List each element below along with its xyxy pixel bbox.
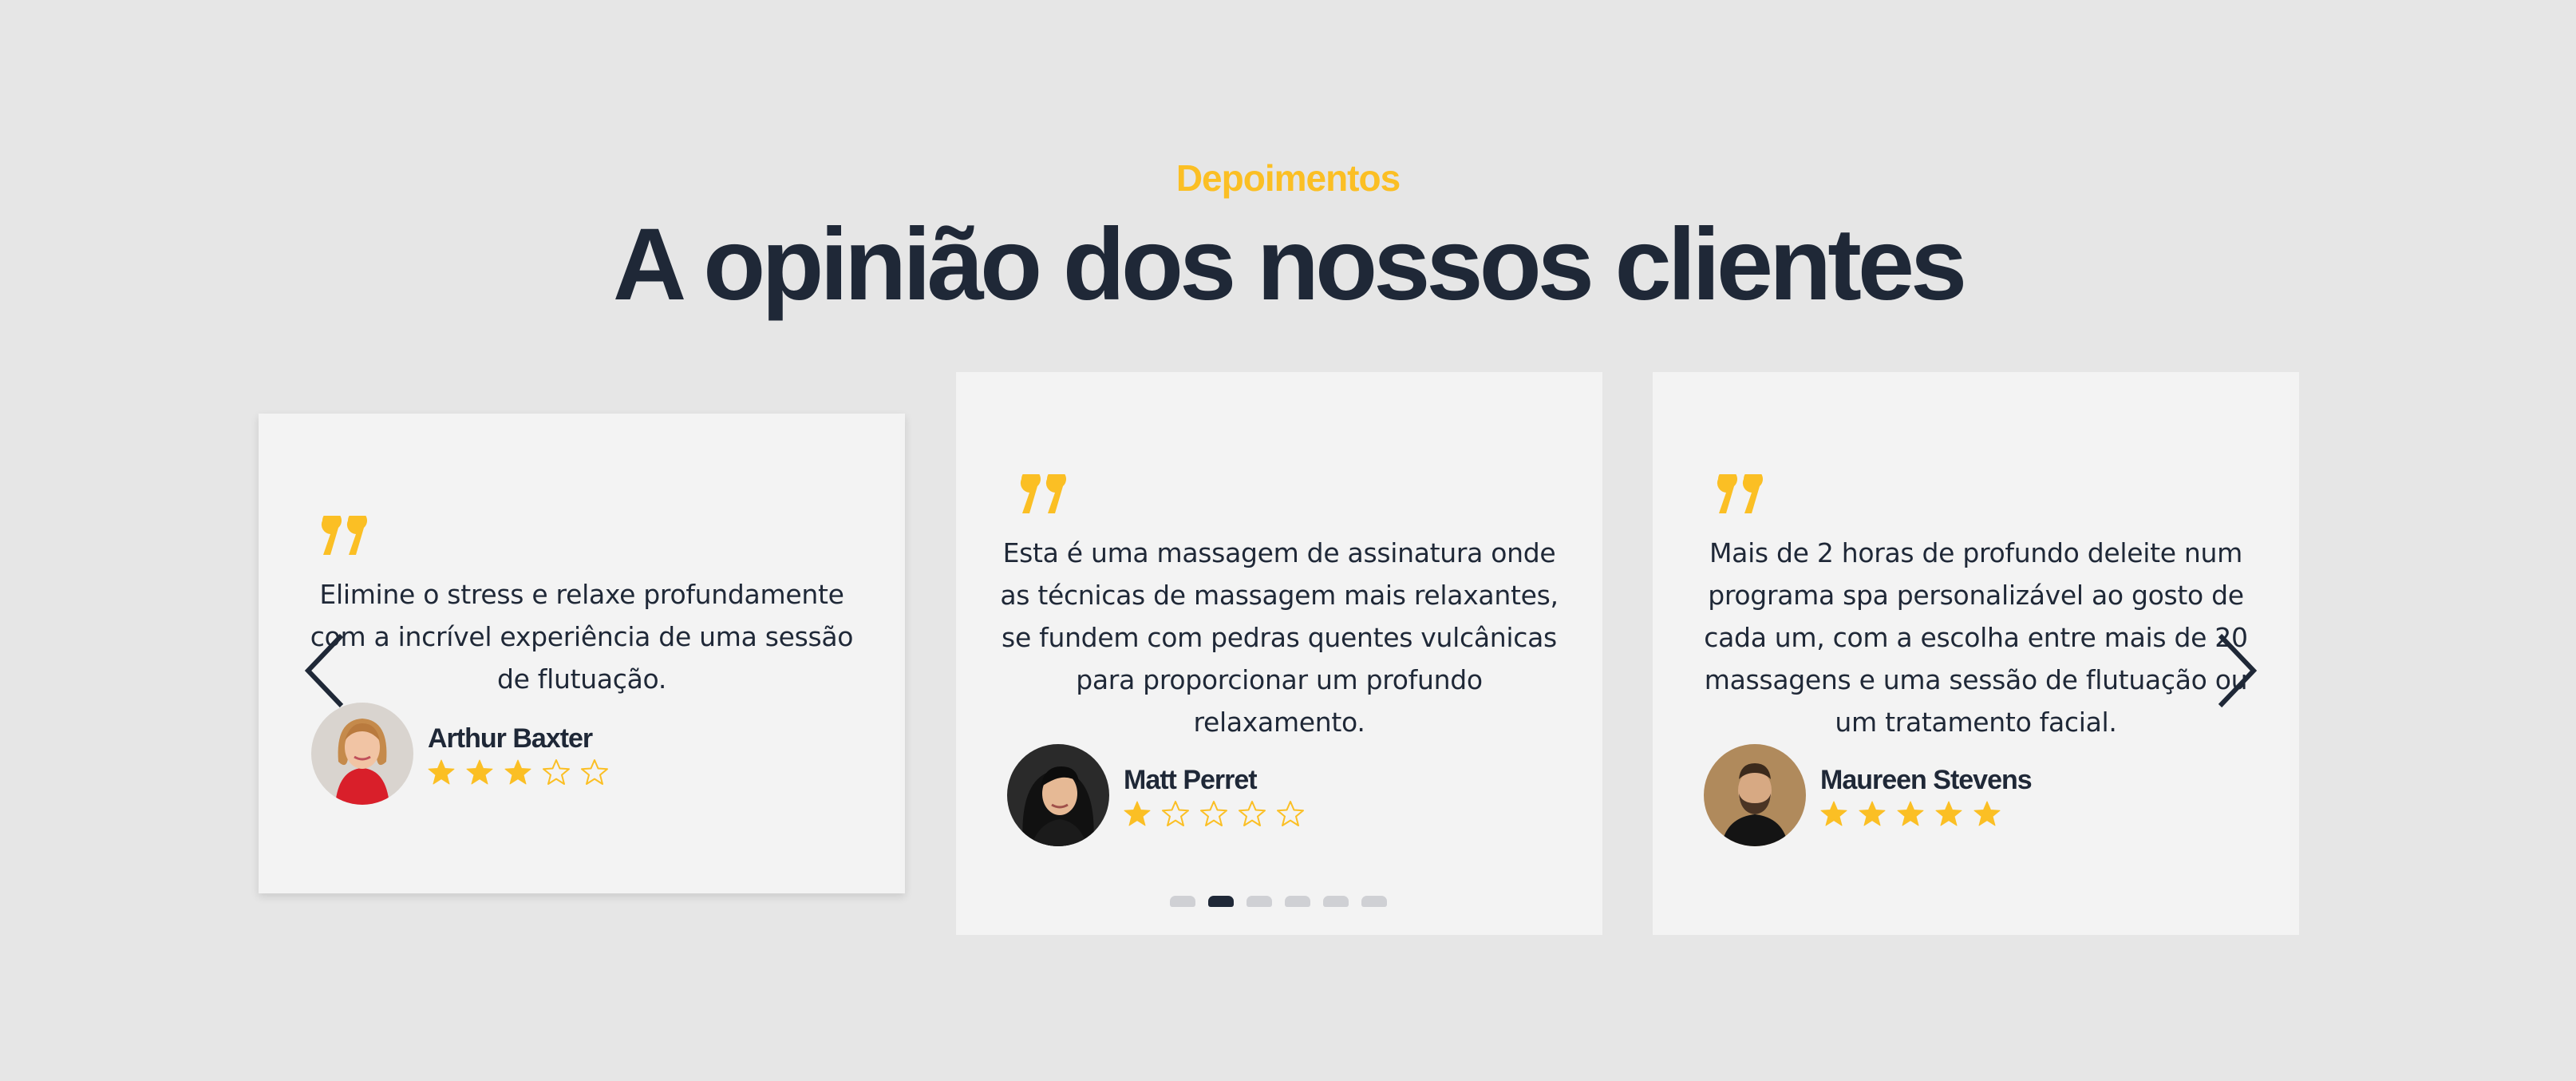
quote-icon xyxy=(1717,474,1763,513)
star-outline-icon xyxy=(581,759,608,785)
testimonial-card: Elimine o stress e relaxe profundamente … xyxy=(259,414,905,893)
carousel-dot[interactable] xyxy=(1361,896,1387,907)
man-beard-avatar xyxy=(1704,744,1806,846)
star-filled-icon xyxy=(1935,801,1962,826)
testimonials-section: Depoimentos A opinião dos nossos cliente… xyxy=(0,0,2576,1081)
woman-red-shirt-avatar xyxy=(311,703,413,805)
star-rating xyxy=(1820,800,2032,827)
star-filled-icon xyxy=(466,759,493,785)
star-outline-icon xyxy=(1200,801,1227,826)
carousel-dot[interactable] xyxy=(1323,896,1349,907)
testimonial-text: Mais de 2 horas de profundo deleite num … xyxy=(1704,537,2248,738)
star-filled-icon xyxy=(428,759,455,785)
testimonial-card: Mais de 2 horas de profundo deleite num … xyxy=(1653,372,2299,935)
star-filled-icon xyxy=(1897,801,1924,826)
section-title: A opinião dos nossos clientes xyxy=(612,208,1967,322)
quote-icon xyxy=(1020,474,1066,513)
star-outline-icon xyxy=(1239,801,1266,826)
author-name: Matt Perret xyxy=(1124,765,1258,795)
testimonial-author: Maureen Stevens xyxy=(1704,744,2033,846)
carousel-dot[interactable] xyxy=(1208,896,1234,907)
star-outline-icon xyxy=(1162,801,1189,826)
testimonial-text: Esta é uma massagem de assinatura onde a… xyxy=(1000,537,1559,738)
carousel-dot[interactable] xyxy=(1247,896,1272,907)
star-rating xyxy=(428,758,619,786)
quote-icon xyxy=(321,516,367,555)
star-outline-icon xyxy=(543,759,570,785)
chevron-left-icon[interactable] xyxy=(302,631,350,711)
star-filled-icon xyxy=(1124,801,1151,826)
carousel-pagination xyxy=(1170,896,1400,907)
testimonial-author: Matt Perret xyxy=(1007,744,1315,846)
author-name: Arthur Baxter xyxy=(428,723,593,754)
section-eyebrow: Depoimentos xyxy=(1175,157,1401,199)
carousel-dot[interactable] xyxy=(1285,896,1310,907)
testimonial-card: Esta é uma massagem de assinatura onde a… xyxy=(956,372,1602,935)
star-filled-icon xyxy=(1973,801,2001,826)
carousel-dot[interactable] xyxy=(1170,896,1195,907)
star-outline-icon xyxy=(1277,801,1304,826)
chevron-right-icon[interactable] xyxy=(2212,631,2260,711)
author-name: Maureen Stevens xyxy=(1820,765,2033,795)
star-filled-icon xyxy=(1859,801,1886,826)
star-rating xyxy=(1124,800,1315,827)
testimonial-text: Elimine o stress e relaxe profundamente … xyxy=(310,579,854,695)
star-filled-icon xyxy=(1820,801,1847,826)
woman-dark-hair-avatar xyxy=(1007,744,1109,846)
testimonial-author: Arthur Baxter xyxy=(311,703,619,805)
star-filled-icon xyxy=(504,759,531,785)
